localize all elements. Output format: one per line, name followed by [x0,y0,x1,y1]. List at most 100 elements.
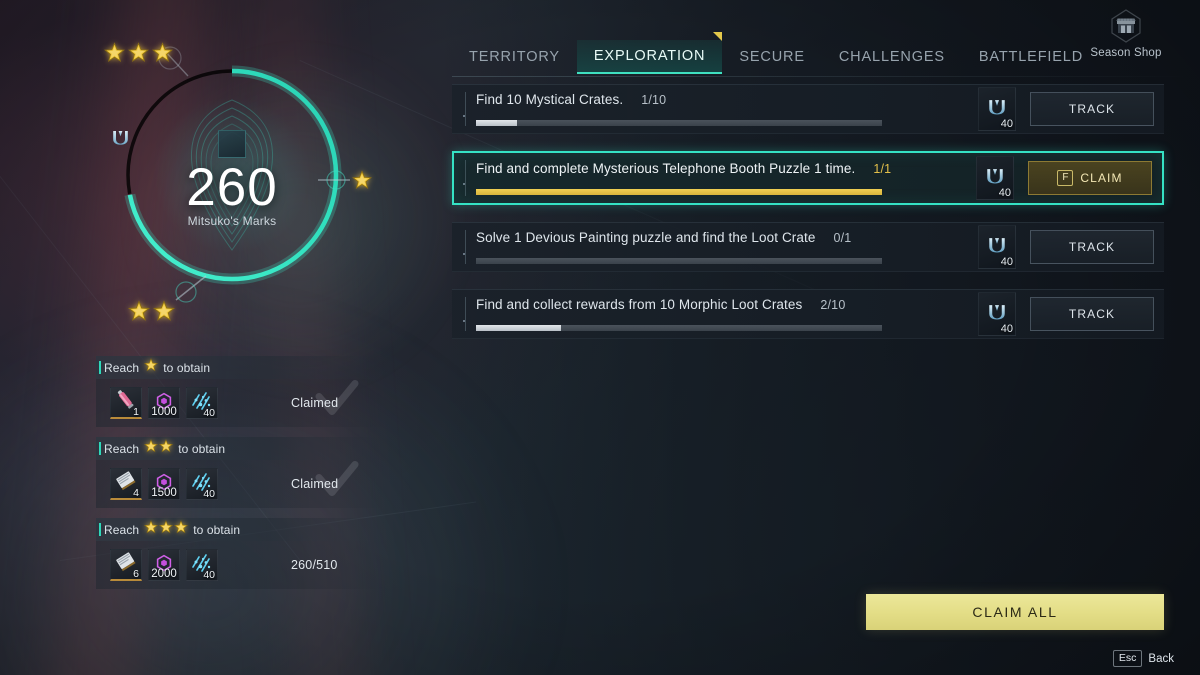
reward-item-qty: 1 [133,405,139,418]
quest-progress-bar [476,120,882,126]
quest-details: Find 10 Mystical Crates. 1/10 [470,92,978,126]
reward-item-slot[interactable]: 1000 [148,387,180,419]
quest-reward-chip: 40 [978,87,1016,131]
quest-progress-fill [476,120,517,126]
reward-item-slot[interactable]: 1 [110,387,142,419]
tab-exploration[interactable]: EXPLORATION [576,32,723,74]
quest-details: Solve 1 Devious Painting puzzle and find… [470,230,978,264]
quest-reward-amount: 40 [1000,118,1013,130]
quest-details: Find and collect rewards from 10 Morphic… [470,297,978,331]
mitsuko-mark-icon [988,237,1006,258]
gauge-stars-right [352,170,372,195]
claim-button[interactable]: F CLAIM [1028,161,1152,195]
quest-reward-chip: 40 [976,156,1014,200]
reward-tier: Reach to obtain 6 2000 40 260/510 [96,518,386,589]
claim-all-label: CLAIM ALL [972,604,1058,620]
reward-tier-header: Reach to obtain [96,437,386,460]
quest-progress-bar [476,258,882,264]
reward-item-slot[interactable]: 4 [110,468,142,500]
reward-item-qty: 40 [203,406,215,419]
star-icon [104,42,125,68]
esc-key-badge: Esc [1112,650,1143,667]
quest-title: Find and complete Mysterious Telephone B… [476,161,856,176]
quest-reward-chip: 40 [978,292,1016,336]
reward-tier-stars [144,439,174,458]
reward-tier-suffix: to obtain [178,441,226,456]
mitsuko-mark-icon [988,99,1006,120]
quest-row-marker [462,153,470,203]
reward-tier-prefix: Reach [104,360,140,375]
reward-tier-items: 6 2000 40 260/510 [96,541,386,589]
season-shop-button[interactable]: Season Shop [1078,6,1174,59]
reward-tier: Reach to obtain 4 1500 40 Claimed [96,437,386,508]
reward-item-slot[interactable]: 6 [110,549,142,581]
reward-tier-prefix: Reach [104,441,140,456]
quest-progress-bar [476,325,882,331]
tab-underline [452,76,1188,77]
quest-progress-count: 0/1 [833,231,852,245]
season-shop-label: Season Shop [1090,47,1162,59]
mitsuko-mark-icon [113,130,246,158]
shop-icon [1078,6,1174,46]
quest-row-marker [462,85,470,133]
reward-item-qty: 40 [203,568,215,581]
quest-row[interactable]: Solve 1 Devious Painting puzzle and find… [452,222,1164,272]
track-button[interactable]: TRACK [1030,92,1154,126]
quest-list: Find 10 Mystical Crates. 1/10 40 TRACK Find… [452,84,1164,356]
reward-item-qty: 1000 [151,405,177,418]
tab-challenges[interactable]: CHALLENGES [822,40,962,74]
claim-all-button[interactable]: CLAIM ALL [866,594,1164,630]
star-icon [128,300,150,327]
star-icon [152,42,173,68]
reward-item-slot[interactable]: 40 [186,387,218,419]
reward-tier-suffix: to obtain [193,522,241,537]
reward-item-qty: 1500 [151,486,177,499]
marks-label: Mitsuko's Marks [187,214,277,228]
marks-value: 260 [186,158,278,217]
star-icon [153,300,175,327]
quest-progress-count: 1/10 [641,93,667,107]
quest-reward-amount: 40 [1000,323,1013,335]
back-label: Back [1148,652,1174,665]
star-icon [128,42,149,68]
star-icon [352,170,372,195]
track-button[interactable]: TRACK [1030,230,1154,264]
tab-secure[interactable]: SECURE [722,40,822,74]
claim-button-label: CLAIM [1080,171,1123,185]
reward-item-qty: 4 [133,486,139,499]
marks-progress-gauge: 260 Mitsuko's Marks [112,42,352,312]
gauge-stars-bottom-left [128,300,175,327]
star-icon [144,439,159,458]
star-icon [174,520,189,539]
quest-progress-bar [476,189,882,195]
gauge-stars-top-left [104,42,173,68]
quest-row[interactable]: Find and complete Mysterious Telephone B… [452,151,1164,205]
track-button[interactable]: TRACK [1030,297,1154,331]
reward-tier-items: 4 1500 40 Claimed [96,460,386,508]
quest-row-marker [462,223,470,271]
reward-tier-status: Claimed [291,477,339,491]
reward-tier-suffix: to obtain [163,360,211,375]
reward-item-slot[interactable]: 1500 [148,468,180,500]
back-prompt[interactable]: Esc Back [1112,650,1174,667]
tab-territory[interactable]: TERRITORY [452,40,577,74]
quest-row[interactable]: Find 10 Mystical Crates. 1/10 40 TRACK [452,84,1164,134]
mitsuko-mark-icon [988,304,1006,325]
quest-reward-amount: 40 [998,187,1011,199]
claim-key-badge: F [1057,170,1074,186]
mitsuko-mark-icon [986,168,1004,189]
reward-tier-status: Claimed [291,396,339,410]
reward-tier-prefix: Reach [104,522,140,537]
reward-item-slot[interactable]: 40 [186,468,218,500]
category-tab-bar: TERRITORY EXPLORATION SECURE CHALLENGES BATT… [452,32,1100,74]
reward-item-qty: 6 [133,567,139,580]
reward-item-slot[interactable]: 40 [186,549,218,581]
quest-row-marker [462,290,470,338]
quest-reward-chip: 40 [978,225,1016,269]
reward-item-slot[interactable]: 2000 [148,549,180,581]
quest-details: Find and complete Mysterious Telephone B… [470,161,976,195]
reward-tier-header: Reach to obtain [96,518,386,541]
quest-title: Solve 1 Devious Painting puzzle and find… [476,230,816,245]
quest-title: Find 10 Mystical Crates. [476,92,624,107]
quest-row[interactable]: Find and collect rewards from 10 Morphic… [452,289,1164,339]
